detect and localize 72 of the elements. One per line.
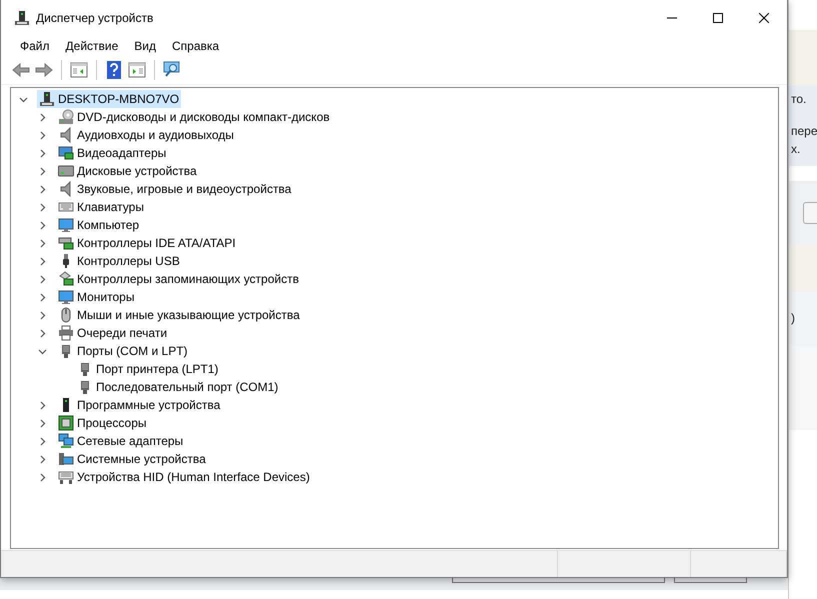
controller-icon [58, 235, 74, 251]
chevron-right-icon[interactable] [38, 238, 47, 248]
chevron-right-icon[interactable] [38, 166, 47, 176]
chevron-right-icon[interactable] [38, 292, 47, 302]
tree-item[interactable]: Порт принтера (LPT1) [75, 360, 220, 378]
disc-drive-icon [58, 109, 74, 125]
tree-item[interactable]: Мониторы [56, 288, 136, 306]
monitor-icon [58, 217, 74, 233]
network-icon [58, 433, 74, 449]
back-arrow-icon[interactable] [11, 60, 31, 80]
chevron-down-icon[interactable] [38, 346, 47, 356]
tree-item[interactable]: Дисковые устройства [56, 162, 199, 180]
tree-item[interactable]: DVD-дисководы и дисководы компакт-дисков [56, 108, 332, 126]
tree-item[interactable]: Звуковые, игровые и видеоустройства [56, 180, 294, 198]
panel-icon[interactable] [69, 60, 89, 80]
tree-item[interactable]: Клавиатуры [56, 198, 146, 216]
forward-arrow-icon[interactable] [34, 60, 54, 80]
chevron-down-icon[interactable] [19, 94, 28, 104]
text-fragment: х. [791, 142, 802, 156]
menu-item[interactable]: Файл [12, 37, 58, 55]
chevron-right-icon[interactable] [38, 112, 47, 122]
tree-item[interactable]: Программные устройства [56, 396, 222, 414]
tree-item[interactable]: Мыши и иные указывающие устройства [56, 306, 302, 324]
tree-item[interactable]: Видеоадаптеры [56, 144, 168, 162]
system-icon [58, 451, 74, 467]
chevron-right-icon[interactable] [38, 454, 47, 464]
tree-item[interactable]: Порты (COM и LPT) [56, 342, 190, 360]
tree-item[interactable]: Последовательный порт (COM1) [75, 378, 280, 396]
chevron-right-icon[interactable] [38, 256, 47, 266]
tree-item[interactable]: Системные устройства [56, 450, 208, 468]
chevron-right-icon[interactable] [38, 220, 47, 230]
text-fragment: то. [791, 92, 808, 106]
chevron-right-icon[interactable] [38, 148, 47, 158]
monitor-icon [58, 289, 74, 305]
menu-item[interactable]: Вид [126, 37, 164, 55]
tree-item[interactable]: Сетевые адаптеры [56, 432, 186, 450]
chevron-right-icon[interactable] [38, 400, 47, 410]
tree-item[interactable]: Процессоры [56, 414, 148, 432]
chevron-right-icon[interactable] [38, 472, 47, 482]
chevron-right-icon[interactable] [38, 202, 47, 212]
window-title: Диспетчер устройств [36, 11, 154, 25]
chevron-right-icon[interactable] [38, 418, 47, 428]
printer-icon [58, 325, 74, 341]
computer-icon [39, 91, 55, 107]
text-fragment: пере [791, 124, 817, 138]
chevron-right-icon[interactable] [38, 436, 47, 446]
drive-icon [58, 163, 74, 179]
tree-item[interactable]: Контроллеры IDE ATA/ATAPI [56, 234, 238, 252]
input-device-icon [58, 469, 74, 485]
chevron-right-icon[interactable] [38, 274, 47, 284]
menu-item[interactable]: Действие [58, 37, 126, 55]
tree-item[interactable]: Контроллеры USB [56, 252, 182, 270]
maximize-icon [713, 13, 723, 23]
storage-controller-icon [58, 271, 74, 287]
tree-item[interactable]: Аудиовходы и аудиовыходы [56, 126, 236, 144]
close-icon [759, 13, 769, 23]
tree-item[interactable]: Контроллеры запоминающих устройств [56, 270, 301, 288]
tree-item[interactable]: Компьютер [56, 216, 142, 234]
tree-item[interactable]: Устройства HID (Human Interface Devices) [56, 468, 312, 486]
computer-icon [14, 10, 30, 26]
tree-item[interactable]: Очереди печати [56, 324, 170, 342]
chevron-right-icon[interactable] [38, 328, 47, 338]
properties-icon[interactable] [127, 60, 147, 80]
chevron-right-icon[interactable] [38, 310, 47, 320]
chevron-right-icon[interactable] [38, 130, 47, 140]
tree-item[interactable]: DESKTOP-MBNO7VO [37, 90, 182, 108]
help-icon[interactable] [104, 60, 124, 80]
menu-item[interactable]: Справка [164, 37, 228, 55]
text-fragment: ) [791, 310, 796, 325]
display-card-icon [58, 145, 74, 161]
chevron-right-icon[interactable] [38, 184, 47, 194]
chip-icon [58, 415, 74, 431]
